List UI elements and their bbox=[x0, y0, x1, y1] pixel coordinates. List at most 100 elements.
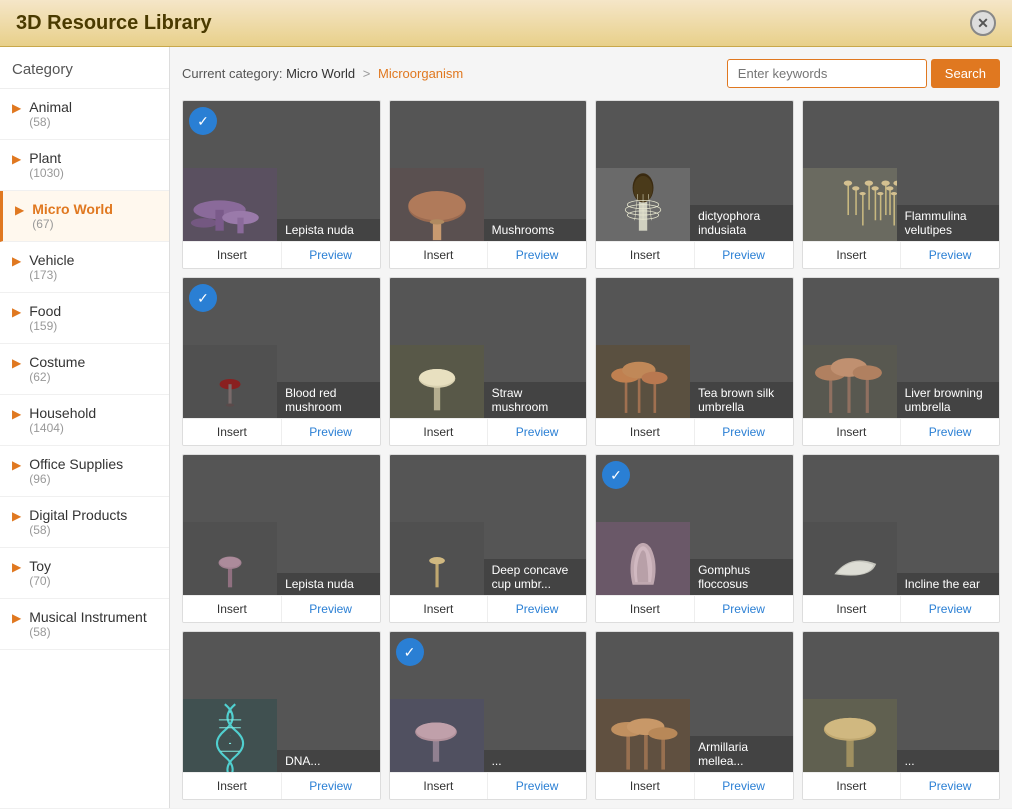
sidebar-items: ▶ Animal (58) ▶ Plant (1030) ▶ Micro Wor… bbox=[0, 89, 169, 650]
preview-button[interactable]: Preview bbox=[282, 596, 380, 622]
grid-item-10: Deep concave cup umbr...InsertPreview bbox=[389, 454, 588, 623]
preview-button[interactable]: Preview bbox=[695, 419, 793, 445]
breadcrumb-subcategory: Microorganism bbox=[378, 66, 463, 81]
preview-button[interactable]: Preview bbox=[695, 242, 793, 268]
preview-button[interactable]: Preview bbox=[488, 773, 586, 799]
grid-item-15: Armillaria mellea...InsertPreview bbox=[595, 631, 794, 800]
sidebar-item-count: (70) bbox=[29, 574, 51, 588]
preview-button[interactable]: Preview bbox=[282, 773, 380, 799]
insert-button[interactable]: Insert bbox=[183, 773, 282, 799]
title-bar: 3D Resource Library ✕ bbox=[0, 0, 1012, 47]
preview-button[interactable]: Preview bbox=[282, 242, 380, 268]
sidebar-item-name: Costume bbox=[29, 354, 85, 370]
sidebar-item-office-supplies[interactable]: ▶ Office Supplies (96) bbox=[0, 446, 169, 497]
card-actions: InsertPreview bbox=[183, 418, 380, 445]
card-thumbnail: Mushrooms bbox=[390, 101, 587, 241]
preview-button[interactable]: Preview bbox=[901, 773, 999, 799]
grid-item-12: Incline the earInsertPreview bbox=[802, 454, 1001, 623]
preview-button[interactable]: Preview bbox=[695, 773, 793, 799]
sidebar-arrow-icon: ▶ bbox=[12, 407, 21, 421]
search-input[interactable] bbox=[727, 59, 927, 88]
main-layout: Category ▶ Animal (58) ▶ Plant (1030) ▶ … bbox=[0, 47, 1012, 808]
sidebar-item-vehicle[interactable]: ▶ Vehicle (173) bbox=[0, 242, 169, 293]
insert-button[interactable]: Insert bbox=[596, 773, 695, 799]
insert-button[interactable]: Insert bbox=[390, 773, 489, 799]
insert-button[interactable]: Insert bbox=[596, 242, 695, 268]
sidebar-item-count: (1030) bbox=[29, 166, 64, 180]
card-actions: InsertPreview bbox=[390, 418, 587, 445]
card-actions: InsertPreview bbox=[596, 418, 793, 445]
sidebar-arrow-icon: ▶ bbox=[12, 101, 21, 115]
sidebar-item-count: (96) bbox=[29, 472, 123, 486]
insert-button[interactable]: Insert bbox=[390, 242, 489, 268]
insert-button[interactable]: Insert bbox=[390, 596, 489, 622]
sidebar-arrow-icon: ▶ bbox=[12, 305, 21, 319]
breadcrumb: Current category: Micro World > Microorg… bbox=[182, 66, 463, 81]
sidebar-item-household[interactable]: ▶ Household (1404) bbox=[0, 395, 169, 446]
insert-button[interactable]: Insert bbox=[183, 596, 282, 622]
sidebar-item-count: (159) bbox=[29, 319, 61, 333]
card-thumbnail: Flammulina velutipes bbox=[803, 101, 1000, 241]
sidebar-item-plant[interactable]: ▶ Plant (1030) bbox=[0, 140, 169, 191]
preview-button[interactable]: Preview bbox=[488, 419, 586, 445]
preview-button[interactable]: Preview bbox=[282, 419, 380, 445]
card-label: Mushrooms bbox=[484, 219, 586, 241]
grid-item-5: ✓Blood red mushroomInsertPreview bbox=[182, 277, 381, 446]
insert-button[interactable]: Insert bbox=[596, 596, 695, 622]
preview-button[interactable]: Preview bbox=[695, 596, 793, 622]
card-actions: InsertPreview bbox=[183, 772, 380, 799]
card-label: Gomphus floccosus bbox=[690, 559, 792, 595]
sidebar: Category ▶ Animal (58) ▶ Plant (1030) ▶ … bbox=[0, 47, 170, 808]
card-actions: InsertPreview bbox=[803, 595, 1000, 622]
close-button[interactable]: ✕ bbox=[970, 10, 996, 36]
sidebar-item-costume[interactable]: ▶ Costume (62) bbox=[0, 344, 169, 395]
card-thumbnail: DNA... bbox=[183, 632, 380, 772]
sidebar-item-name: Musical Instrument bbox=[29, 609, 146, 625]
sidebar-arrow-icon: ▶ bbox=[12, 509, 21, 523]
sidebar-item-name: Office Supplies bbox=[29, 456, 123, 472]
sidebar-arrow-icon: ▶ bbox=[12, 254, 21, 268]
sidebar-item-musical-instrument[interactable]: ▶ Musical Instrument (58) bbox=[0, 599, 169, 650]
sidebar-item-food[interactable]: ▶ Food (159) bbox=[0, 293, 169, 344]
insert-button[interactable]: Insert bbox=[803, 596, 902, 622]
grid-item-4: Flammulina velutipesInsertPreview bbox=[802, 100, 1001, 269]
card-badge-icon: ✓ bbox=[189, 284, 217, 312]
insert-button[interactable]: Insert bbox=[596, 419, 695, 445]
grid-item-2: MushroomsInsertPreview bbox=[389, 100, 588, 269]
card-label: dictyophora indusiata bbox=[690, 205, 792, 241]
sidebar-item-micro-world[interactable]: ▶ Micro World (67) bbox=[0, 191, 169, 242]
preview-button[interactable]: Preview bbox=[488, 242, 586, 268]
app-title: 3D Resource Library bbox=[16, 12, 212, 35]
card-thumbnail: ✓... bbox=[390, 632, 587, 772]
sidebar-item-digital-products[interactable]: ▶ Digital Products (58) bbox=[0, 497, 169, 548]
insert-button[interactable]: Insert bbox=[803, 419, 902, 445]
insert-button[interactable]: Insert bbox=[183, 419, 282, 445]
grid-item-3: dictyophora indusiataInsertPreview bbox=[595, 100, 794, 269]
search-button[interactable]: Search bbox=[931, 59, 1000, 88]
card-actions: InsertPreview bbox=[803, 772, 1000, 799]
preview-button[interactable]: Preview bbox=[901, 419, 999, 445]
sidebar-item-count: (173) bbox=[29, 268, 74, 282]
card-thumbnail: ✓Lepista nuda bbox=[183, 101, 380, 241]
grid-item-13: DNA...InsertPreview bbox=[182, 631, 381, 800]
sidebar-item-toy[interactable]: ▶ Toy (70) bbox=[0, 548, 169, 599]
content-topbar: Current category: Micro World > Microorg… bbox=[182, 59, 1000, 88]
card-thumbnail: dictyophora indusiata bbox=[596, 101, 793, 241]
content-area: Current category: Micro World > Microorg… bbox=[170, 47, 1012, 808]
search-area: Search bbox=[727, 59, 1000, 88]
sidebar-item-animal[interactable]: ▶ Animal (58) bbox=[0, 89, 169, 140]
sidebar-arrow-icon: ▶ bbox=[12, 458, 21, 472]
grid-item-1: ✓Lepista nudaInsertPreview bbox=[182, 100, 381, 269]
breadcrumb-arrow: > bbox=[363, 66, 371, 81]
card-thumbnail: Armillaria mellea... bbox=[596, 632, 793, 772]
card-label: ... bbox=[897, 750, 999, 772]
preview-button[interactable]: Preview bbox=[488, 596, 586, 622]
insert-button[interactable]: Insert bbox=[390, 419, 489, 445]
card-thumbnail: Deep concave cup umbr... bbox=[390, 455, 587, 595]
insert-button[interactable]: Insert bbox=[183, 242, 282, 268]
insert-button[interactable]: Insert bbox=[803, 242, 902, 268]
insert-button[interactable]: Insert bbox=[803, 773, 902, 799]
preview-button[interactable]: Preview bbox=[901, 596, 999, 622]
card-label: Liver browning umbrella bbox=[897, 382, 999, 418]
preview-button[interactable]: Preview bbox=[901, 242, 999, 268]
